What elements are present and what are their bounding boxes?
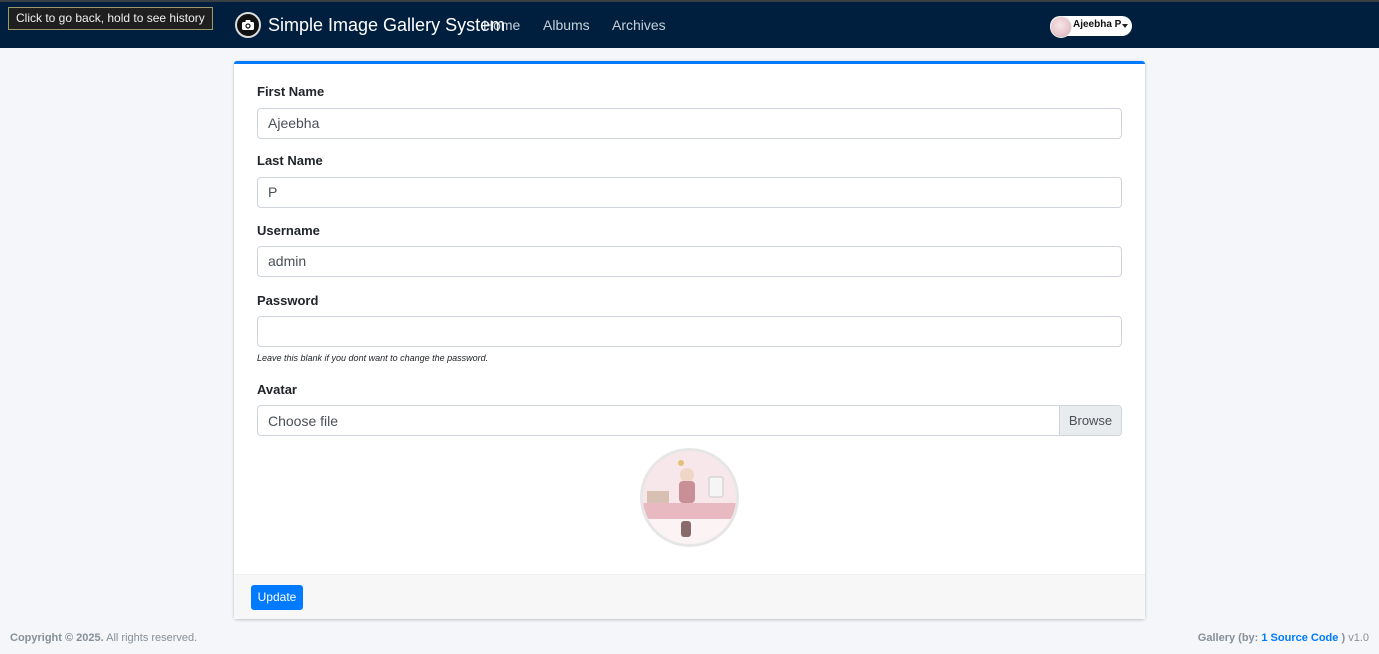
password-hint: Leave this blank if you dont want to cha… [257,353,489,363]
brand-title[interactable]: Simple Image Gallery System [268,15,505,36]
back-button-tooltip: Click to go back, hold to see history [8,7,213,30]
last-name-label: Last Name [257,153,323,168]
avatar-label: Avatar [257,382,297,397]
card-footer: Update [234,574,1145,619]
user-settings-card: First Name Ajeebha Last Name P Username … [234,61,1145,619]
browse-button[interactable]: Browse [1059,406,1121,435]
credit-text: Gallery (by: 1 Source Code ) v1.0 [1198,632,1369,644]
source-code-link[interactable]: 1 Source Code [1261,632,1338,644]
chevron-down-icon[interactable] [1122,24,1128,28]
user-avatar[interactable] [1050,16,1072,38]
first-name-input[interactable]: Ajeebha [257,108,1122,139]
credit-prefix: Gallery (by: [1197,632,1262,644]
avatar-file-input[interactable]: Choose file Browse [257,405,1122,436]
copyright-rest: All rights reserved. [103,632,198,644]
update-button[interactable]: Update [251,585,303,610]
username-label: Username [257,223,320,238]
username-input[interactable]: admin [257,246,1122,277]
last-name-input[interactable]: P [257,177,1122,208]
password-input[interactable] [257,316,1122,347]
camera-icon[interactable] [235,12,261,38]
nav-link-archives[interactable]: Archives [612,17,666,33]
avatar-preview-image [640,448,739,547]
copyright-bold: Copyright © 2025. [10,632,104,644]
version-text: v1.0 [1345,632,1369,644]
nav-link-albums[interactable]: Albums [543,17,590,33]
nav-link-home[interactable]: Home [483,17,520,33]
copyright-text: Copyright © 2025. All rights reserved. [10,632,197,644]
first-name-label: First Name [257,84,325,99]
top-navbar: Click to go back, hold to see history Si… [0,0,1379,48]
password-label: Password [257,293,319,308]
user-name[interactable]: Ajeebha P [1073,19,1121,30]
file-placeholder: Choose file [268,413,339,429]
